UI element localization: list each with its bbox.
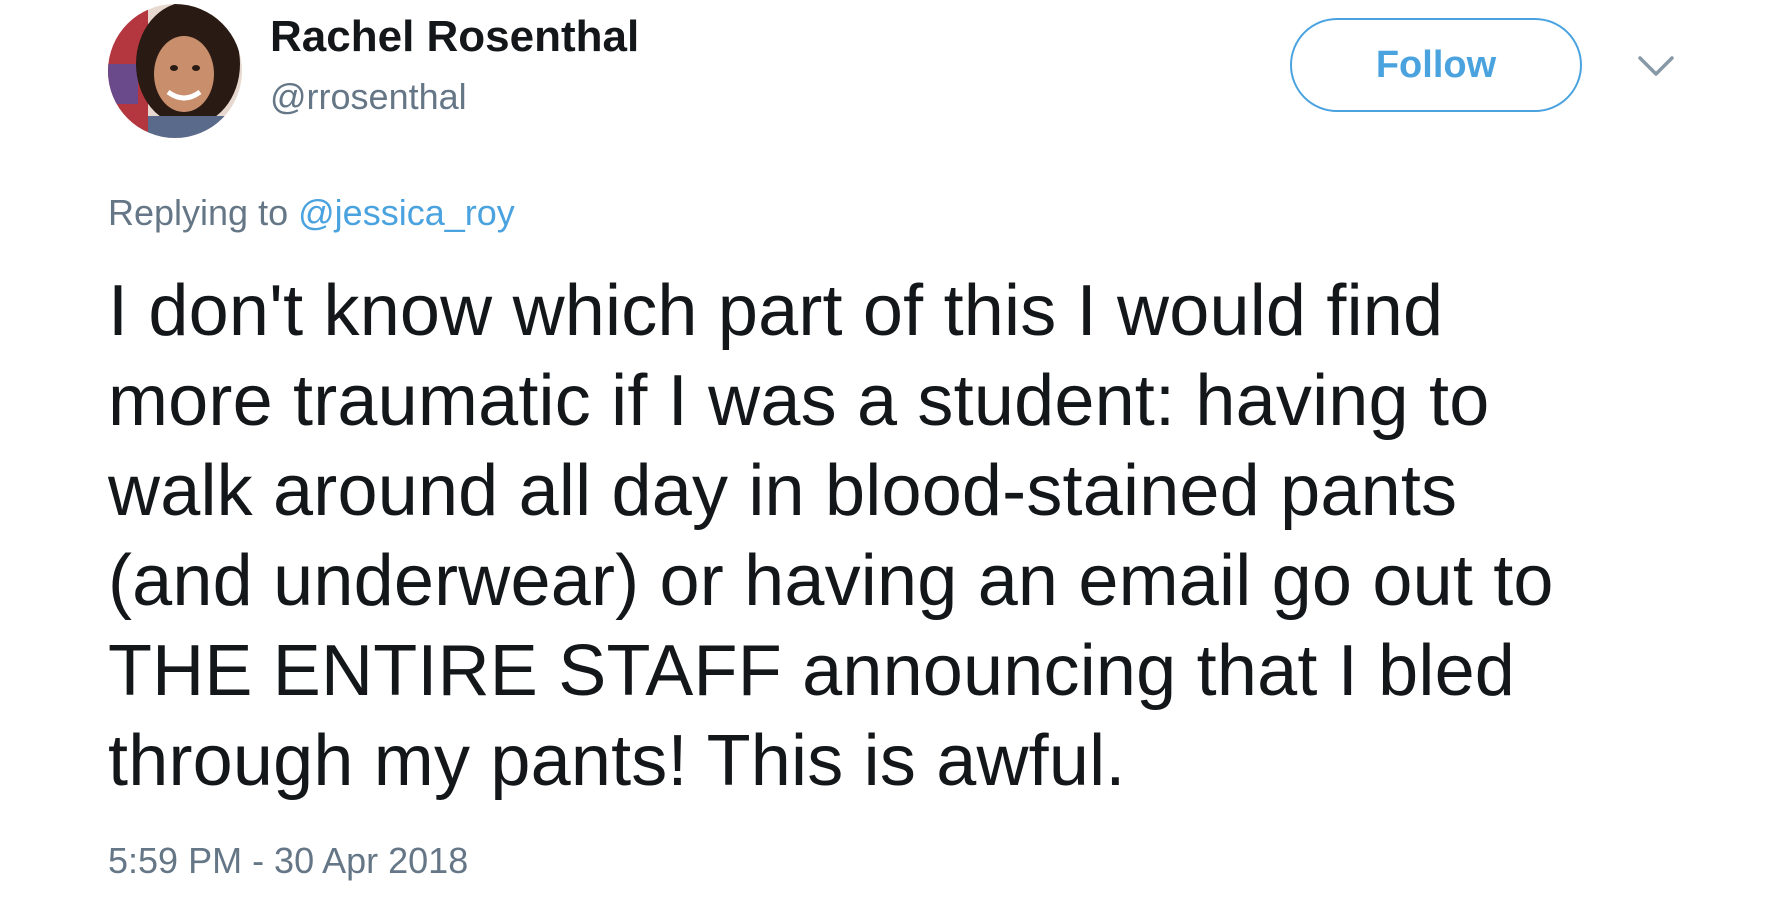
author-name[interactable]: Rachel Rosenthal xyxy=(270,12,639,62)
replying-to: Replying to @jessica_roy xyxy=(108,192,515,234)
author-handle[interactable]: @rrosenthal xyxy=(270,76,467,118)
avatar-photo-icon xyxy=(108,4,242,138)
tweet-text-line: through my pants! This is awful. xyxy=(108,721,1126,801)
tweet-text-line: (and underwear) or having an email go ou… xyxy=(108,541,1554,621)
tweet-text-line: more traumatic if I was a student: havin… xyxy=(108,361,1490,441)
reply-mention-link[interactable]: @jessica_roy xyxy=(298,192,515,233)
tweet-timestamp[interactable]: 5:59 PM - 30 Apr 2018 xyxy=(108,840,468,882)
tweet-text-line: THE ENTIRE STAFF announcing that I bled xyxy=(108,631,1516,711)
author-avatar[interactable] xyxy=(108,4,242,138)
tweet-text-line: walk around all day in blood-stained pan… xyxy=(108,451,1458,531)
chevron-down-icon[interactable] xyxy=(1636,52,1676,82)
replying-to-label: Replying to xyxy=(108,192,289,233)
tweet-text: I don't know which part of this I would … xyxy=(108,266,1708,806)
tweet-card: Rachel Rosenthal @rrosenthal Follow Repl… xyxy=(0,0,1771,908)
follow-button[interactable]: Follow xyxy=(1290,18,1582,112)
tweet-text-line: I don't know which part of this I would … xyxy=(108,271,1444,351)
